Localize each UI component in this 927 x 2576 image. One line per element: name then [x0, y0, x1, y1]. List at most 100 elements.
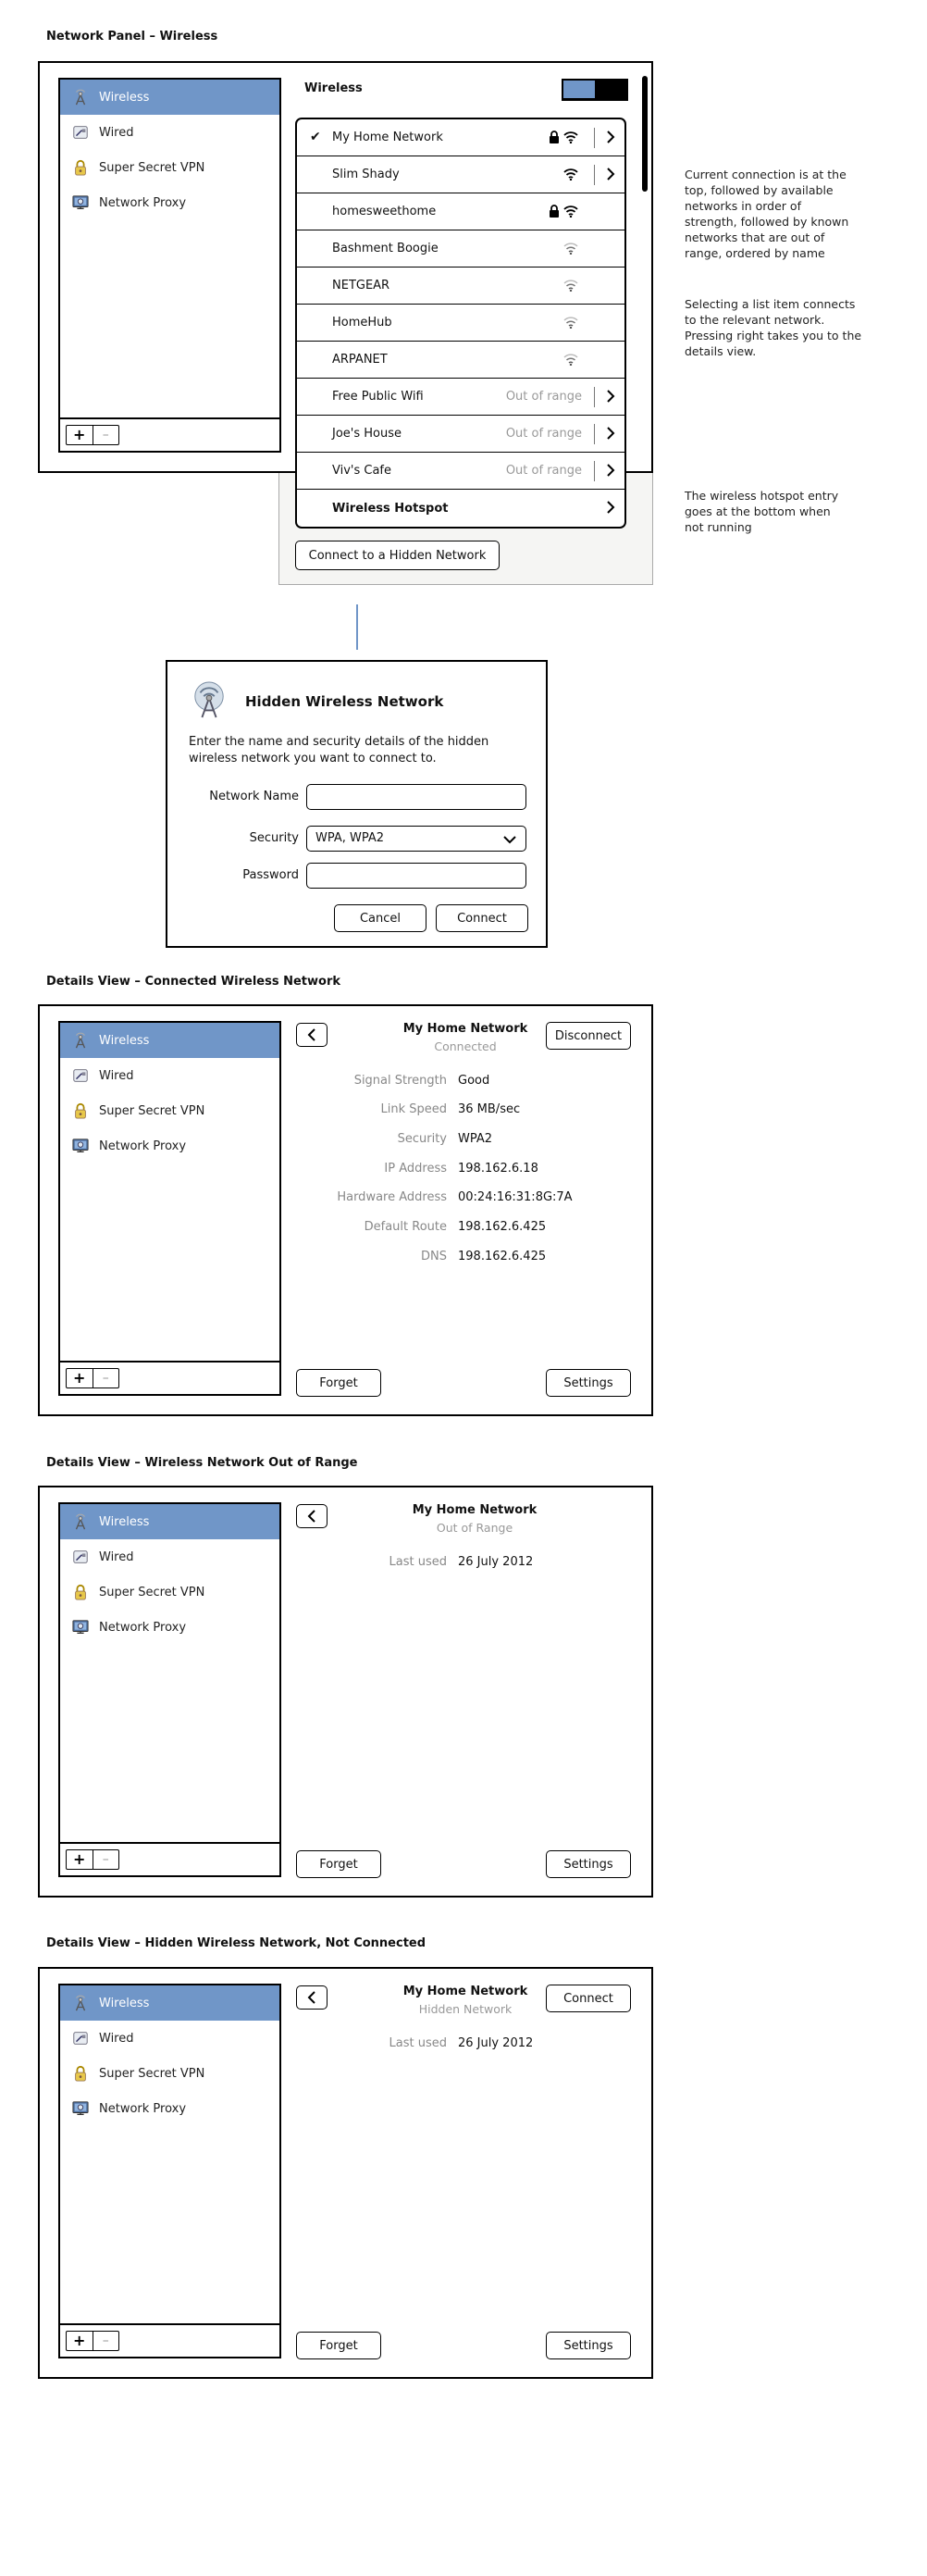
forget-button[interactable]: Forget	[296, 1369, 381, 1397]
sidebar-item-wireless[interactable]: Wireless	[60, 1504, 279, 1539]
sidebar-item-label: Wireless	[99, 1996, 150, 2010]
network-row[interactable]: NETGEAR	[297, 268, 624, 305]
chevron-left-icon	[307, 1510, 316, 1523]
network-row[interactable]: Joe's House Out of range	[297, 416, 624, 453]
back-button[interactable]	[296, 1023, 328, 1047]
sidebar-item-wired[interactable]: Wired	[60, 1058, 279, 1093]
chevron-right-icon[interactable]	[606, 501, 615, 514]
remove-button[interactable]: –	[93, 1369, 119, 1388]
chevron-right-icon[interactable]	[606, 464, 615, 477]
add-button[interactable]: +	[67, 1850, 93, 1869]
wireless-toggle[interactable]	[562, 79, 628, 101]
connect-hidden-network-button[interactable]: Connect to a Hidden Network	[295, 541, 500, 570]
network-name: Slim Shady	[332, 168, 400, 181]
sidebar-list: Wireless Wired Super Secret VPN Network …	[60, 1023, 279, 1164]
sidebar-item-proxy[interactable]: Network Proxy	[60, 1610, 279, 1645]
scrollbar[interactable]	[642, 76, 648, 192]
sidebar-item-label: Super Secret VPN	[99, 1103, 205, 1118]
sidebar-item-proxy[interactable]: Network Proxy	[60, 185, 279, 220]
security-label: Security	[249, 831, 299, 845]
dialog-title: Hidden Wireless Network	[245, 693, 444, 710]
wifi-signal-icon	[563, 131, 578, 143]
network-name-field[interactable]	[306, 784, 526, 810]
settings-button[interactable]: Settings	[546, 1369, 631, 1397]
add-button[interactable]: +	[67, 1369, 93, 1388]
network-name: NETGEAR	[332, 279, 390, 292]
proxy-icon	[71, 2099, 90, 2118]
sidebar-item-wireless[interactable]: Wireless	[60, 80, 279, 115]
wireless-network-list: ✔ My Home Network Slim Shady homesweethom…	[295, 118, 626, 529]
wifi-signal-icon	[563, 316, 578, 329]
network-name: homesweethome	[332, 205, 437, 218]
security-select[interactable]: WPA, WPA2	[306, 826, 526, 852]
settings-button[interactable]: Settings	[546, 1850, 631, 1878]
remove-button[interactable]: –	[93, 2332, 119, 2350]
sidebar-item-vpn[interactable]: Super Secret VPN	[60, 1574, 279, 1610]
sidebar-item-wireless[interactable]: Wireless	[60, 1023, 279, 1058]
sidebar-item-wired[interactable]: Wired	[60, 2021, 279, 2056]
remove-button[interactable]: –	[93, 426, 119, 444]
network-name-heading: My Home Network	[402, 1022, 528, 1036]
sidebar-item-wired[interactable]: Wired	[60, 1539, 279, 1574]
network-row-hotspot[interactable]: Wireless Hotspot	[297, 490, 624, 527]
chevron-right-icon[interactable]	[606, 427, 615, 440]
chevron-right-icon[interactable]	[606, 168, 615, 180]
network-name-heading: My Home Network	[412, 1503, 538, 1517]
separator	[594, 387, 595, 407]
checkmark-icon: ✔	[310, 130, 321, 144]
remove-button[interactable]: –	[93, 1850, 119, 1869]
add-remove-buttons: + –	[66, 2331, 119, 2351]
sidebar-item-wireless[interactable]: Wireless	[60, 1985, 279, 2021]
connect-button[interactable]: Connect	[436, 904, 528, 932]
wireless-icon	[71, 1994, 90, 2012]
chevron-left-icon	[307, 1991, 316, 2004]
chevron-right-icon[interactable]	[606, 390, 615, 403]
wired-icon	[71, 1548, 90, 1566]
password-field[interactable]	[306, 863, 526, 889]
back-button[interactable]	[296, 1985, 328, 2010]
sidebar-item-proxy[interactable]: Network Proxy	[60, 1128, 279, 1164]
network-row[interactable]: HomeHub	[297, 305, 624, 342]
back-button[interactable]	[296, 1504, 328, 1528]
settings-button[interactable]: Settings	[546, 2332, 631, 2359]
detail-key: DNS	[421, 1250, 447, 1263]
network-row[interactable]: Slim Shady	[297, 156, 624, 193]
wired-icon	[71, 2029, 90, 2047]
sidebar-footer: + –	[60, 1842, 279, 1875]
sidebar-item-wired[interactable]: Wired	[60, 115, 279, 150]
network-row[interactable]: ✔ My Home Network	[297, 119, 624, 156]
network-row[interactable]: ARPANET	[297, 342, 624, 379]
forget-button[interactable]: Forget	[296, 1850, 381, 1878]
chevron-right-icon[interactable]	[606, 131, 615, 143]
network-row[interactable]: Viv's Cafe Out of range	[297, 453, 624, 490]
vpn-lock-icon	[71, 2064, 90, 2083]
forget-button[interactable]: Forget	[296, 2332, 381, 2359]
sidebar-item-proxy[interactable]: Network Proxy	[60, 2091, 279, 2126]
sidebar-footer: + –	[60, 1361, 279, 1394]
cancel-button[interactable]: Cancel	[334, 904, 426, 932]
sidebar-list: Wireless Wired Super Secret VPN Network …	[60, 80, 279, 220]
lock-icon	[549, 205, 560, 218]
detail-key: Security	[397, 1132, 447, 1146]
sidebar-item-vpn[interactable]: Super Secret VPN	[60, 1093, 279, 1128]
detail-value: 198.162.6.425	[458, 1250, 547, 1263]
network-row[interactable]: Bashment Boogie	[297, 230, 624, 268]
sidebar: Wireless Wired Super Secret VPN Network …	[58, 1502, 281, 1877]
wireless-icon	[71, 88, 90, 106]
network-row[interactable]: Free Public Wifi Out of range	[297, 379, 624, 416]
add-remove-buttons: + –	[66, 425, 119, 445]
add-button[interactable]: +	[67, 426, 93, 444]
sidebar-item-vpn[interactable]: Super Secret VPN	[60, 150, 279, 185]
wired-icon	[71, 1066, 90, 1085]
disconnect-button[interactable]: Disconnect	[546, 1022, 631, 1050]
detail-value: 00:24:16:31:8G:7A	[458, 1190, 573, 1204]
network-row[interactable]: homesweethome	[297, 193, 624, 230]
wifi-signal-icon	[563, 279, 578, 292]
sidebar-item-label: Super Secret VPN	[99, 160, 205, 175]
detail-key: Hardware Address	[337, 1190, 447, 1204]
sidebar: Wireless Wired Super Secret VPN Network …	[58, 1021, 281, 1396]
add-button[interactable]: +	[67, 2332, 93, 2350]
sidebar-item-vpn[interactable]: Super Secret VPN	[60, 2056, 279, 2091]
connect-button[interactable]: Connect	[546, 1985, 631, 2012]
hidden-network-dialog: Hidden Wireless Network Enter the name a…	[166, 660, 548, 948]
